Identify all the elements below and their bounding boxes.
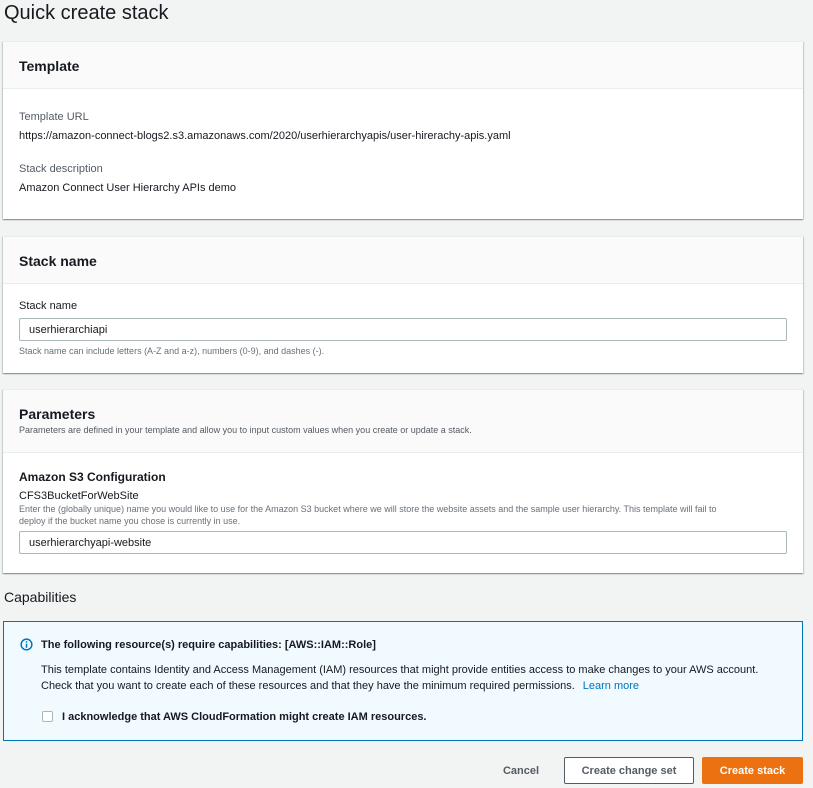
template-url-value: https://amazon-connect-blogs2.s3.amazona… [19,130,511,142]
stack-description-value: Amazon Connect User Hierarchy APIs demo [19,182,237,194]
stack-name-label: Stack name [19,300,78,312]
acknowledge-label[interactable]: I acknowledge that AWS CloudFormation mi… [62,711,427,723]
bucket-param-hint-line-1: Enter the (globally unique) name you wou… [19,504,717,514]
stack-name-panel-header: Stack name [3,237,803,284]
acknowledge-checkbox[interactable] [42,711,53,722]
stack-name-panel-body: Stack name Stack name can include letter… [3,300,803,357]
template-panel: Template Template URL https://amazon-con… [3,41,803,219]
s3-configuration-heading: Amazon S3 Configuration [19,470,166,484]
stack-name-panel: Stack name Stack name Stack name can inc… [3,236,803,373]
stack-name-hint: Stack name can include letters (A-Z and … [19,346,325,356]
info-icon [20,638,33,651]
capabilities-alert: The following resource(s) require capabi… [3,621,803,741]
capabilities-alert-line-2-text: Check that you want to create each of th… [41,680,575,692]
parameters-description: Parameters are defined in your template … [19,425,472,435]
parameters-panel-body: Amazon S3 Configuration CFS3BucketForWeb… [3,470,803,554]
stack-description-label: Stack description [19,163,103,175]
bucket-param-label: CFS3BucketForWebSite [19,490,139,502]
page-title: Quick create stack [4,2,169,24]
capabilities-title: Capabilities [4,589,77,605]
capabilities-alert-line-2: Check that you want to create each of th… [41,680,791,692]
template-header: Template [19,58,80,74]
create-change-set-button[interactable]: Create change set [564,757,694,784]
cancel-button[interactable]: Cancel [488,757,554,784]
parameters-header: Parameters [19,406,96,422]
template-panel-header: Template [3,42,803,89]
learn-more-link[interactable]: Learn more [583,680,639,692]
bucket-param-hint-line-2: deploy if the bucket name you chose is c… [19,516,241,526]
parameters-panel-header: Parameters Parameters are defined in you… [3,390,803,453]
create-stack-button[interactable]: Create stack [702,757,803,784]
parameters-panel: Parameters Parameters are defined in you… [3,389,803,573]
bucket-param-hint: Enter the (globally unique) name you wou… [19,503,787,527]
template-url-label: Template URL [19,111,89,123]
capabilities-alert-title: The following resource(s) require capabi… [41,639,376,651]
capabilities-alert-line-1: This template contains Identity and Acce… [41,664,759,676]
stack-name-header: Stack name [19,253,97,269]
bucket-name-input[interactable] [19,531,787,554]
stack-name-input[interactable] [19,318,787,341]
template-panel-body: Template URL https://amazon-connect-blog… [3,111,803,194]
